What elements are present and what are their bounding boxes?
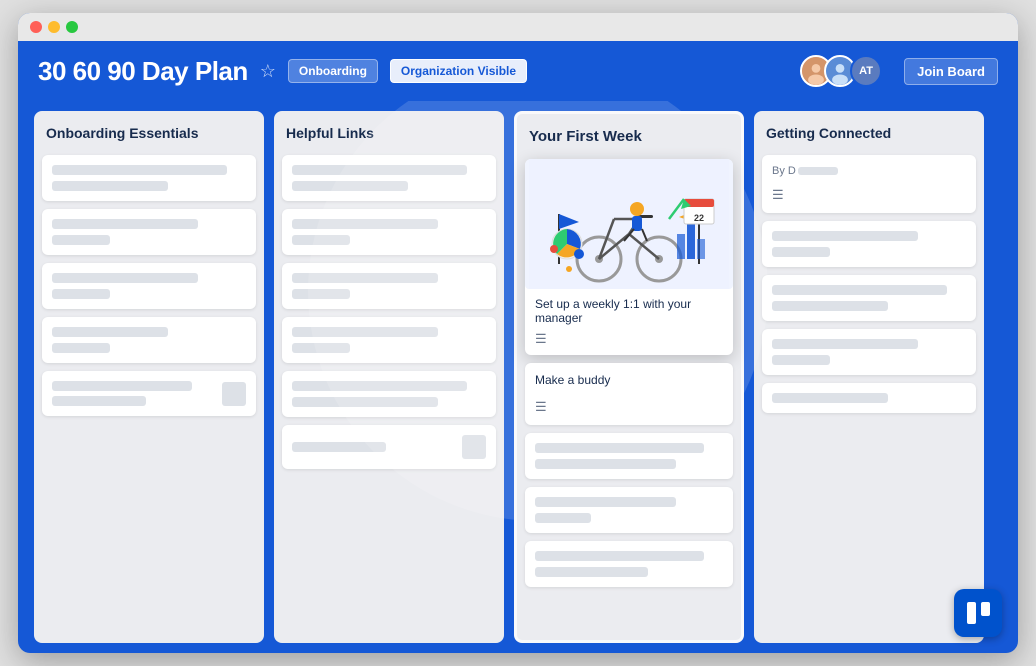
skeleton-line — [52, 273, 198, 283]
skeleton-line — [52, 165, 227, 175]
column-onboarding-essentials: Onboarding Essentials — [34, 111, 264, 643]
skeleton-line — [772, 247, 830, 257]
card-description: Set up a weekly 1:1 with your manager — [535, 297, 723, 325]
skeleton-line — [772, 339, 918, 349]
card-attachment-icon — [222, 382, 246, 406]
skeleton-line — [535, 513, 591, 523]
card-1-2[interactable] — [42, 209, 256, 255]
skeleton-line — [772, 393, 888, 403]
skeleton-line — [52, 181, 168, 191]
skeleton-line — [292, 273, 438, 283]
card-icon — [462, 435, 486, 459]
titlebar — [18, 13, 1018, 41]
skeleton-line — [52, 381, 192, 391]
make-buddy-title: Make a buddy — [535, 373, 723, 387]
skeleton-line — [772, 355, 830, 365]
trello-left-bar — [967, 602, 976, 624]
card-4-2[interactable] — [762, 221, 976, 267]
app-window: 30 60 90 Day Plan ☆ Onboarding Organizat… — [18, 13, 1018, 653]
card-1-4[interactable] — [42, 317, 256, 363]
card-1-1[interactable] — [42, 155, 256, 201]
trello-bar-tall — [967, 602, 976, 624]
skeleton-line — [535, 443, 704, 453]
skeleton-line — [535, 497, 676, 507]
card-4-3[interactable] — [762, 275, 976, 321]
skeleton-line — [52, 327, 168, 337]
card-4-4[interactable] — [762, 329, 976, 375]
skeleton-line — [52, 289, 110, 299]
column-your-first-week: Your First Week — [514, 111, 744, 643]
skeleton-line — [292, 397, 438, 407]
card-2-3[interactable] — [282, 263, 496, 309]
org-visible-badge[interactable]: Organization Visible — [390, 59, 527, 83]
by-line: By D — [772, 165, 966, 177]
skeleton-line — [292, 381, 467, 391]
featured-card[interactable]: 22 Se — [525, 159, 733, 355]
skeleton-line — [292, 327, 438, 337]
card-2-2[interactable] — [282, 209, 496, 255]
skeleton-line — [52, 396, 146, 406]
card-2-6[interactable] — [282, 425, 496, 469]
card-4-by[interactable]: By D ☰ — [762, 155, 976, 213]
minimize-dot[interactable] — [48, 21, 60, 33]
svg-text:22: 22 — [694, 213, 704, 223]
column-getting-connected: Getting Connected By D ☰ — [754, 111, 984, 643]
board-title: 30 60 90 Day Plan — [38, 56, 248, 87]
card-1-5[interactable] — [42, 371, 256, 416]
column-title-4: Getting Connected — [762, 121, 976, 147]
skeleton-line — [772, 231, 918, 241]
onboarding-badge[interactable]: Onboarding — [288, 59, 378, 83]
skeleton-line — [52, 343, 110, 353]
column-helpful-links: Helpful Links — [274, 111, 504, 643]
skeleton-line — [292, 219, 438, 229]
skeleton-line — [292, 343, 350, 353]
card-1-3[interactable] — [42, 263, 256, 309]
skeleton-line — [292, 181, 408, 191]
column-title-2: Helpful Links — [282, 121, 496, 147]
card-2-4[interactable] — [282, 317, 496, 363]
trello-bar-short — [981, 602, 990, 616]
make-buddy-card[interactable]: Make a buddy ☰ — [525, 363, 733, 425]
maximize-dot[interactable] — [66, 21, 78, 33]
join-board-button[interactable]: Join Board — [904, 58, 998, 85]
skeleton-line — [292, 442, 386, 452]
skeleton-line — [772, 285, 947, 295]
card-4-5[interactable] — [762, 383, 976, 413]
by-card-icon: ☰ — [772, 187, 966, 203]
card-3-5[interactable] — [525, 541, 733, 587]
skeleton-line — [292, 235, 350, 245]
trello-right-bar — [981, 602, 990, 624]
featured-card-body: Set up a weekly 1:1 with your manager ☰ — [525, 289, 733, 355]
column-title-1: Onboarding Essentials — [42, 121, 256, 147]
skeleton-line — [535, 551, 704, 561]
skeleton-line — [772, 301, 888, 311]
card-2-5[interactable] — [282, 371, 496, 417]
make-buddy-icon: ☰ — [535, 399, 723, 415]
skeleton-line — [292, 165, 467, 175]
skeleton-line — [52, 219, 198, 229]
trello-logo — [954, 589, 1002, 637]
card-illustration: 22 — [525, 159, 733, 289]
board-header: 30 60 90 Day Plan ☆ Onboarding Organizat… — [18, 41, 1018, 101]
card-3-4[interactable] — [525, 487, 733, 533]
avatar-initials[interactable]: AT — [850, 55, 882, 87]
skeleton-line — [52, 235, 110, 245]
board-body: Onboarding Essentials — [18, 101, 1018, 653]
card-3-3[interactable] — [525, 433, 733, 479]
trello-logo-inner — [967, 602, 990, 624]
close-dot[interactable] — [30, 21, 42, 33]
skeleton-line — [292, 289, 350, 299]
skeleton-line — [535, 459, 676, 469]
skeleton-line — [535, 567, 648, 577]
avatar-group: AT — [800, 55, 882, 87]
card-2-1[interactable] — [282, 155, 496, 201]
star-icon[interactable]: ☆ — [260, 61, 276, 82]
card-list-icon: ☰ — [535, 331, 723, 347]
column-title-3: Your First Week — [525, 124, 733, 151]
